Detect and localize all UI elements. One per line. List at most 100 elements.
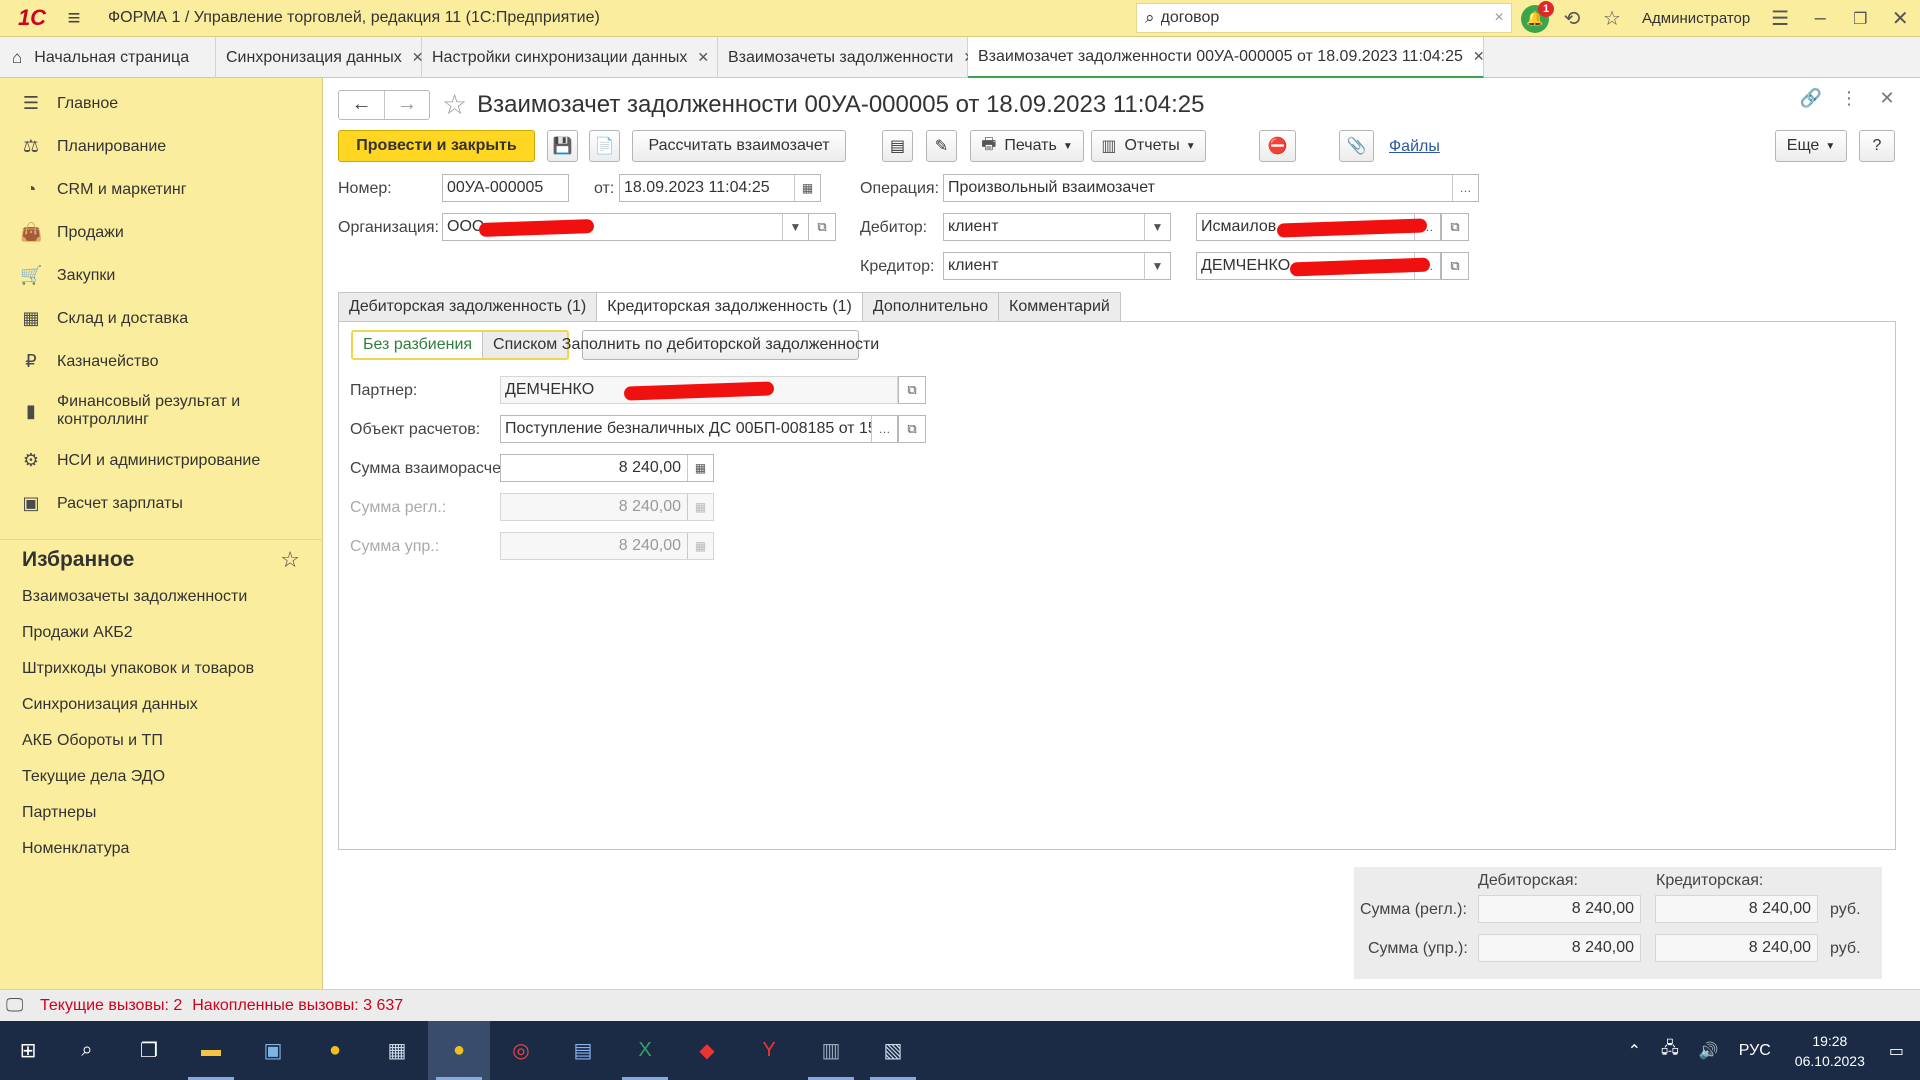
tab-offsets-list[interactable]: Взаимозачеты задолженности ✕ — [718, 37, 975, 78]
operation-field[interactable]: Произвольный взаимозачет … — [943, 174, 1479, 202]
edit-icon[interactable]: ✎ — [926, 130, 957, 162]
date-field[interactable]: 18.09.2023 11:04:25 ▦ — [619, 174, 821, 202]
tab-home[interactable]: ⌂ Начальная страница — [0, 37, 216, 78]
tray-chevron-icon[interactable]: ⌃ — [1628, 1041, 1641, 1061]
star-icon[interactable]: ☆ — [280, 547, 300, 573]
number-field[interactable]: 00УА-000005 — [442, 174, 569, 202]
windows-start-icon[interactable]: ⊞ — [0, 1021, 56, 1080]
1c-logo[interactable]: 1С — [10, 0, 54, 37]
clock[interactable]: 19:28 06.10.2023 — [1795, 1031, 1865, 1071]
open-icon[interactable]: ⧉ — [898, 415, 926, 443]
calculator-app-icon[interactable]: ▦ — [366, 1021, 428, 1080]
action-center-icon[interactable]: ▭ — [1889, 1041, 1904, 1061]
settlement-object-field[interactable]: Поступление безналичных ДС 00БП-008185 о… — [500, 415, 898, 443]
sidebar-item-purchases[interactable]: 🛒 Закупки — [0, 254, 322, 297]
favorite-link[interactable]: Партнеры — [0, 795, 322, 831]
favorite-link[interactable]: АКБ Обороты и ТП — [0, 723, 322, 759]
document-icon[interactable]: ▤ — [882, 130, 913, 162]
favorite-link[interactable]: Штрихкоды упаковок и товаров — [0, 651, 322, 687]
sidebar-item-crm[interactable]: ◔ CRM и маркетинг — [0, 168, 322, 211]
favorite-link[interactable]: Синхронизация данных — [0, 687, 322, 723]
fill-by-receivables-button[interactable]: Заполнить по дебиторской задолженности — [562, 330, 879, 360]
sidebar-item-salary[interactable]: ▣ Расчет зарплаты — [0, 482, 322, 525]
sidebar-item-admin[interactable]: ⚙ НСИ и администрирование — [0, 439, 322, 482]
calculate-offset-button[interactable]: Рассчитать взаимозачет — [632, 130, 846, 162]
save-icon[interactable]: 💾 — [547, 130, 578, 162]
select-ellipsis-icon[interactable]: … — [871, 416, 897, 442]
document-app-icon[interactable]: ▧ — [862, 1021, 924, 1080]
file-explorer-icon[interactable]: ▬ — [180, 1021, 242, 1080]
sidebar-item-planning[interactable]: ⚖ Планирование — [0, 125, 322, 168]
tab-payables[interactable]: Кредиторская задолженность (1) — [596, 292, 862, 322]
close-window-icon[interactable]: ✕ — [1880, 0, 1920, 37]
sidebar-item-main[interactable]: ☰ Главное — [0, 82, 322, 125]
mode-list[interactable]: Списком — [483, 332, 568, 358]
network-icon[interactable]: 🖧 — [1661, 1037, 1679, 1064]
help-button[interactable]: ? — [1859, 130, 1895, 162]
yandex-browser-icon[interactable]: Y — [738, 1021, 800, 1080]
main-menu-icon[interactable]: ≡ — [54, 0, 94, 37]
current-user[interactable]: Администратор — [1642, 10, 1750, 27]
creditor-type-field[interactable]: клиент ▼ — [943, 252, 1171, 280]
favorite-link[interactable]: Продажи АКБ2 — [0, 615, 322, 651]
favorite-link[interactable]: Номенклатура — [0, 831, 322, 867]
notifications-button[interactable]: 🔔 1 — [1518, 0, 1554, 34]
open-icon[interactable]: ⧉ — [808, 213, 836, 241]
select-ellipsis-icon[interactable]: … — [1452, 175, 1478, 201]
back-arrow-icon[interactable]: ← — [339, 91, 384, 119]
more-button[interactable]: Еще ▼ — [1775, 130, 1847, 162]
monitor-icon[interactable]: 🖵 — [6, 995, 36, 1016]
tab-sync-settings[interactable]: Настройки синхронизации данных ✕ — [422, 37, 718, 78]
sidebar-item-warehouse[interactable]: ▦ Склад и доставка — [0, 297, 322, 340]
language-indicator[interactable]: РУС — [1739, 1042, 1771, 1060]
dropdown-arrow-icon[interactable]: ▼ — [1144, 214, 1170, 240]
sidebar-item-finance[interactable]: ▮ Финансовый результат и контроллинг — [0, 383, 322, 439]
taskbar-search-icon[interactable]: ⌕ — [56, 1021, 118, 1080]
anydesk-icon[interactable]: ◆ — [676, 1021, 738, 1080]
tab-sync-data[interactable]: Синхронизация данных ✕ — [216, 37, 423, 78]
task-view-icon[interactable]: ❐ — [118, 1021, 180, 1080]
settlement-sum-field[interactable]: 8 240,00 ▦ — [500, 454, 714, 482]
print-button[interactable]: 🖶 Печать ▼ — [970, 130, 1084, 162]
close-form-icon[interactable]: ✕ — [1868, 88, 1906, 109]
forward-arrow-icon[interactable]: → — [384, 90, 429, 119]
1c-enterprise-icon[interactable]: ● — [428, 1021, 490, 1080]
clear-search-icon[interactable]: × — [1487, 9, 1511, 27]
link-icon[interactable]: 🔗 — [1792, 88, 1830, 109]
attachment-icon[interactable]: 📎 — [1339, 130, 1374, 162]
mode-no-split[interactable]: Без разбиения — [353, 332, 484, 358]
restore-icon[interactable]: ❐ — [1840, 0, 1880, 37]
open-icon[interactable]: ⧉ — [1441, 252, 1469, 280]
open-icon[interactable]: ⧉ — [898, 376, 926, 404]
calculator-icon[interactable]: ▦ — [687, 455, 713, 481]
remote-desktop-icon[interactable]: ▥ — [800, 1021, 862, 1080]
bookmark-star-icon[interactable]: ☆ — [442, 88, 467, 121]
control-panel-icon[interactable]: ▣ — [242, 1021, 304, 1080]
dropdown-arrow-icon[interactable]: ▼ — [782, 214, 808, 240]
sidebar-item-sales[interactable]: 👜 Продажи — [0, 211, 322, 254]
history-icon[interactable]: ⟲ — [1552, 0, 1592, 37]
global-search[interactable]: ⌕ × — [1136, 3, 1512, 33]
app-red-circle-icon[interactable]: ◎ — [490, 1021, 552, 1080]
debtor-type-field[interactable]: клиент ▼ — [943, 213, 1171, 241]
post-and-close-button[interactable]: Провести и закрыть — [338, 130, 535, 162]
close-tab-icon[interactable]: ✕ — [697, 49, 709, 66]
post-icon[interactable]: 📄 — [589, 130, 620, 162]
minimize-icon[interactable]: – — [1800, 0, 1840, 37]
tab-comment[interactable]: Комментарий — [998, 292, 1121, 322]
1c-launcher-icon[interactable]: ● — [304, 1021, 366, 1080]
dropdown-arrow-icon[interactable]: ▼ — [1144, 253, 1170, 279]
open-icon[interactable]: ⧉ — [1441, 213, 1469, 241]
tab-current-document[interactable]: Взаимозачет задолженности 00УА-000005 от… — [968, 37, 1485, 78]
network-app-icon[interactable]: ▤ — [552, 1021, 614, 1080]
favorites-star-icon[interactable]: ☆ — [1592, 0, 1632, 37]
structure-icon[interactable]: ⛔ — [1259, 130, 1296, 162]
tab-receivables[interactable]: Дебиторская задолженность (1) — [338, 292, 597, 322]
files-link[interactable]: Файлы — [1389, 138, 1440, 156]
volume-icon[interactable]: 🔊 — [1699, 1041, 1719, 1061]
close-tab-icon[interactable]: ✕ — [1473, 48, 1485, 65]
excel-icon[interactable]: X — [614, 1021, 676, 1080]
search-input[interactable] — [1160, 9, 1487, 27]
calendar-icon[interactable]: ▦ — [794, 175, 820, 201]
more-vertical-icon[interactable]: ⋮ — [1830, 88, 1868, 109]
